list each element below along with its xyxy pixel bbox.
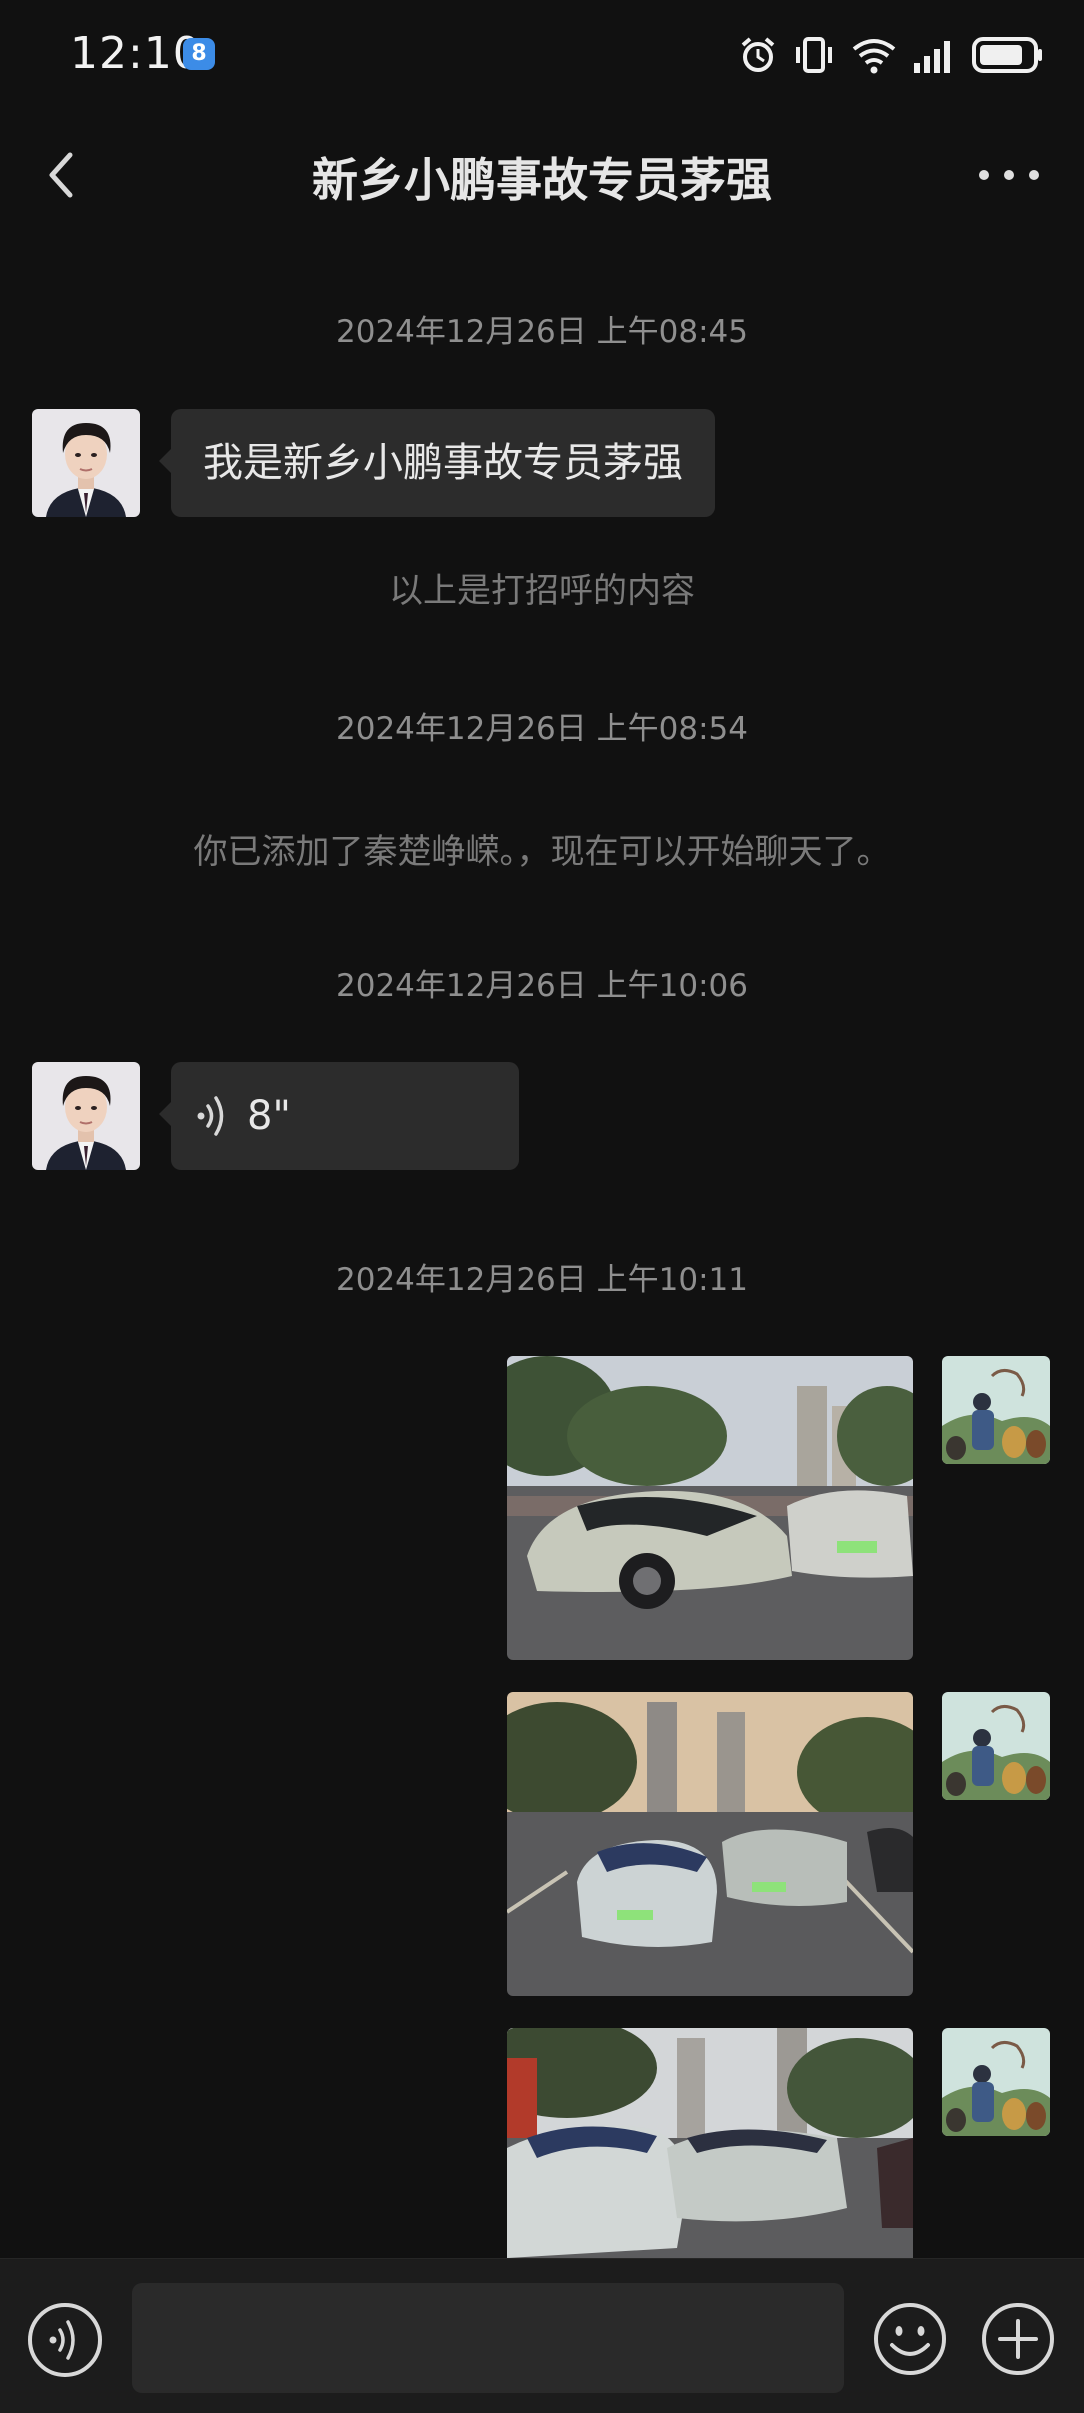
voice-icon [197, 1096, 224, 1136]
battery-icon [972, 37, 1042, 73]
contact-avatar[interactable] [32, 1062, 140, 1170]
chat-title: 新乡小鹏事故专员茅强 [312, 153, 772, 207]
wifi-icon [852, 39, 896, 74]
message-timestamp: 2024年12月26日 上午08:45 [336, 314, 748, 350]
message-text: 我是新乡小鹏事故专员茅强 [203, 440, 683, 486]
nav-bar: 新乡小鹏事故专员茅强 [0, 110, 1084, 240]
status-bar: 12:10 8 [0, 0, 1084, 110]
system-message: 你已添加了秦楚峥嵘。，现在可以开始聊天了。 [193, 832, 891, 872]
message-timestamp: 2024年12月26日 上午08:54 [336, 711, 748, 747]
notification-badge: 8 [183, 38, 215, 70]
system-message: 以上是打招呼的内容 [389, 571, 695, 611]
message-bubble[interactable]: 我是新乡小鹏事故专员茅强 [159, 409, 715, 517]
contact-avatar[interactable] [32, 409, 140, 517]
alarm-icon [741, 37, 775, 72]
photo-message[interactable] [507, 1356, 913, 1660]
photo-message[interactable] [507, 2028, 913, 2258]
photo-message[interactable] [507, 1692, 913, 1996]
message-timestamp: 2024年12月26日 上午10:06 [336, 968, 748, 1004]
message-timestamp: 2024年12月26日 上午10:11 [336, 1262, 748, 1298]
chevron-left-icon[interactable] [38, 145, 86, 205]
user-avatar[interactable] [942, 1692, 1050, 1800]
signal-icon [914, 41, 950, 73]
emoji-icon[interactable] [872, 2301, 948, 2377]
status-icons [738, 30, 1044, 80]
voice-icon[interactable] [26, 2301, 104, 2379]
user-avatar[interactable] [942, 1356, 1050, 1464]
voice-message-bubble[interactable]: 8" [159, 1062, 519, 1170]
voice-duration: 8" [247, 1093, 291, 1139]
vibrate-icon [796, 37, 832, 73]
plus-icon[interactable] [980, 2301, 1056, 2377]
input-bar [0, 2258, 1084, 2413]
message-input[interactable] [132, 2283, 844, 2393]
more-icon[interactable] [974, 160, 1044, 190]
user-avatar[interactable] [942, 2028, 1050, 2136]
